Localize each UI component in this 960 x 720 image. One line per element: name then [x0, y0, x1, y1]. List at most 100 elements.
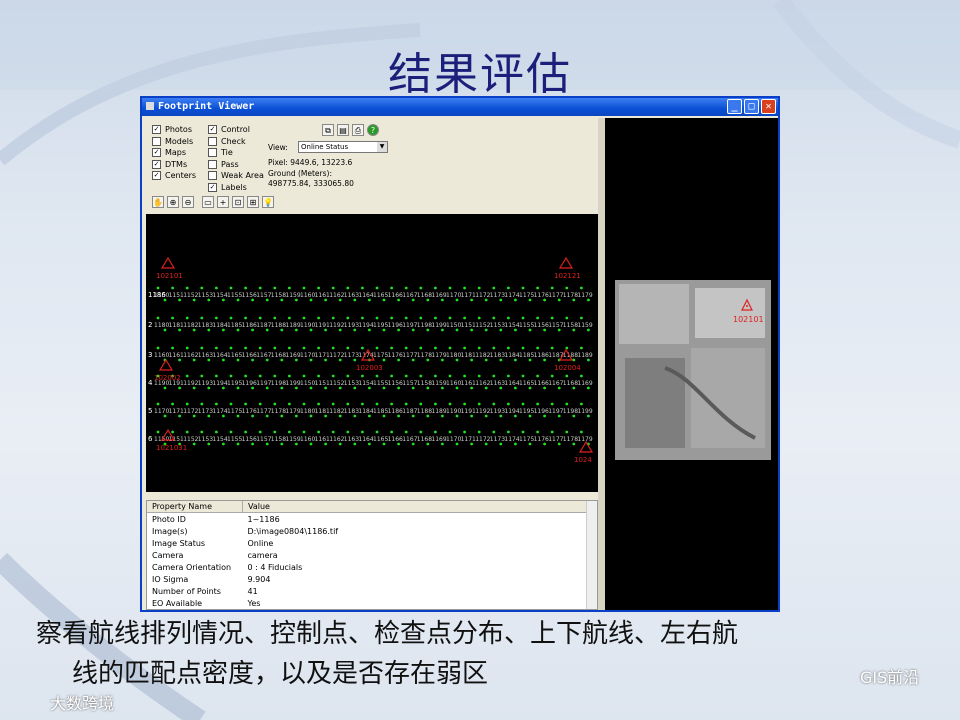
layer-models[interactable]: Models: [152, 136, 196, 148]
pane-splitter[interactable]: [598, 118, 605, 610]
checkbox[interactable]: [208, 182, 217, 192]
minimize-button[interactable]: _: [727, 99, 742, 114]
footprint-plot[interactable]: 1150 1151 1152 1153 1154 1155 1156 1157 1158 1159…: [146, 214, 598, 492]
control-point-marker[interactable]: [578, 440, 594, 453]
layer-tie[interactable]: Tie: [208, 147, 264, 159]
tie-point: [324, 328, 327, 332]
slide-title: 结果评估: [388, 49, 572, 100]
bulb-icon[interactable]: 💡: [262, 196, 274, 208]
photo-id-label: 1160: [300, 292, 315, 299]
photo-id-label: 1179: [577, 292, 592, 299]
photo-id-label: 1173: [344, 352, 359, 359]
photo-id-label: 1167: [256, 352, 271, 359]
photo-id-label: 1180: [154, 322, 169, 329]
page-icon[interactable]: ▤: [337, 124, 349, 136]
control-point-marker[interactable]: [160, 256, 176, 269]
tie-point: [244, 316, 247, 320]
photo-id-label: 1155: [227, 292, 242, 299]
checkbox[interactable]: [208, 171, 217, 181]
tie-point: [441, 386, 444, 390]
tie-point: [543, 414, 546, 418]
checkbox[interactable]: [208, 148, 217, 158]
fit-all-icon[interactable]: ⊞: [247, 196, 259, 208]
rect-icon[interactable]: ▭: [202, 196, 214, 208]
close-button[interactable]: ✕: [761, 99, 776, 114]
checkbox[interactable]: [208, 159, 217, 169]
control-point-marker[interactable]: [558, 256, 574, 269]
tie-point: [229, 430, 233, 434]
hand-icon[interactable]: ✋: [152, 196, 164, 208]
window-titlebar[interactable]: Footprint Viewer _ □ ✕: [142, 98, 778, 116]
tie-point: [178, 414, 181, 418]
checkbox[interactable]: [152, 171, 161, 181]
tie-point: [273, 286, 277, 290]
layer-maps[interactable]: Maps: [152, 147, 196, 159]
layer-photos[interactable]: Photos: [152, 124, 196, 136]
photo-id-label: 1151: [315, 380, 330, 387]
tie-point: [484, 442, 488, 446]
layer-weak-area[interactable]: Weak Area: [208, 170, 264, 182]
tie-point: [178, 386, 181, 390]
tie-point: [507, 316, 510, 320]
tie-point: [273, 346, 277, 350]
photo-id-label: 1197: [256, 380, 271, 387]
fit-icon[interactable]: ⊡: [232, 196, 244, 208]
tie-point: [251, 358, 254, 362]
tie-point: [572, 328, 576, 332]
layer-labels[interactable]: Labels: [208, 182, 264, 194]
print-icon[interactable]: ⎙: [352, 124, 364, 136]
checkbox[interactable]: [152, 159, 161, 169]
maximize-button[interactable]: □: [744, 99, 759, 114]
layer-check[interactable]: Check: [208, 136, 264, 148]
zoom-in-icon[interactable]: ⊕: [167, 196, 179, 208]
control-point-marker[interactable]: [158, 358, 174, 371]
layer-control[interactable]: Control: [208, 124, 264, 136]
tie-point: [448, 430, 452, 434]
tie-point: [557, 328, 561, 332]
tie-point: [302, 374, 306, 378]
checkbox[interactable]: [152, 125, 161, 135]
tie-point: [338, 358, 342, 362]
tie-point: [470, 386, 473, 390]
photo-id-label: 1191: [315, 322, 330, 329]
photo-id-label: 1175: [373, 352, 388, 359]
col-header-property[interactable]: Property Name: [147, 501, 243, 513]
tie-point: [273, 316, 277, 320]
image-preview-pane[interactable]: 102101: [605, 118, 778, 610]
checkbox[interactable]: [208, 136, 217, 146]
layer-dtms[interactable]: DTMs: [152, 159, 196, 171]
view-select[interactable]: Online Status ▼: [298, 141, 388, 153]
tie-point: [507, 430, 510, 434]
photo-id-label: 1158: [271, 436, 286, 443]
tie-point: [499, 386, 503, 390]
checkbox[interactable]: [208, 125, 217, 135]
tie-point: [353, 442, 357, 446]
footprint-canvas[interactable]: 1150 1151 1152 1153 1154 1155 1156 1157 1158 1159…: [146, 214, 598, 492]
checkbox[interactable]: [152, 148, 161, 158]
tie-point: [528, 414, 532, 418]
layer-pass[interactable]: Pass: [208, 159, 264, 171]
copy-icon[interactable]: ⧉: [322, 124, 334, 136]
photo-id-label: 1179: [285, 408, 300, 415]
tie-point: [317, 374, 320, 378]
col-header-value[interactable]: Value: [242, 501, 587, 513]
layer-centers[interactable]: Centers: [152, 170, 196, 182]
property-scrollbar[interactable]: [586, 501, 597, 609]
photo-id-label: 1196: [242, 380, 257, 387]
crosshair-icon[interactable]: +: [217, 196, 229, 208]
zoom-out-icon[interactable]: ⊖: [182, 196, 194, 208]
help-icon[interactable]: ?: [367, 124, 379, 136]
photo-id-label: 1185: [227, 322, 242, 329]
control-point-label: 102003: [356, 364, 383, 372]
checkbox[interactable]: [152, 136, 161, 146]
tie-point: [404, 346, 408, 350]
tie-point: [455, 414, 459, 418]
photo-id-label: 1156: [242, 292, 257, 299]
photo-id-label: 1170: [154, 408, 169, 415]
tie-point: [258, 346, 262, 350]
tie-point: [244, 430, 247, 434]
tie-point: [375, 374, 379, 378]
photo-id-label: 1196: [388, 322, 403, 329]
chevron-down-icon[interactable]: ▼: [377, 142, 387, 152]
layer-label: Labels: [221, 182, 247, 192]
